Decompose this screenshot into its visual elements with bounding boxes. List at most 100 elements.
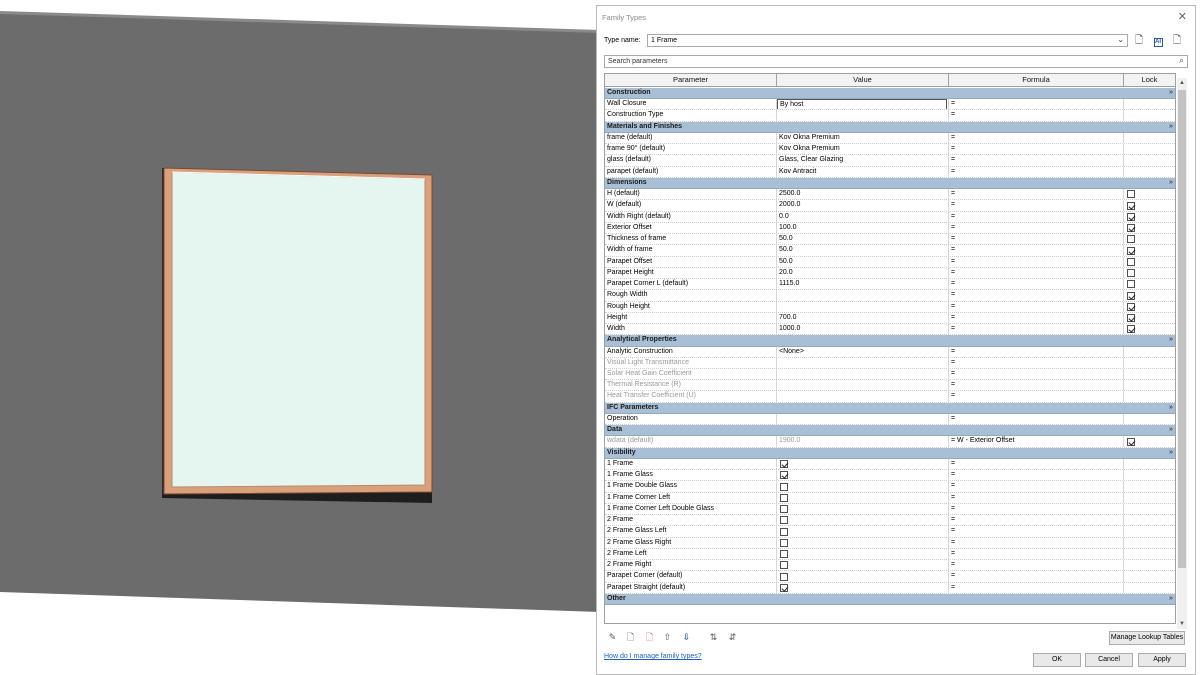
parameter-row[interactable]: 1 Frame = (605, 458, 1175, 471)
lock-cell[interactable] (1124, 414, 1175, 424)
chevron-down-icon[interactable]: ⌄ (1117, 35, 1124, 45)
lock-cell[interactable] (1124, 470, 1175, 480)
formula-cell[interactable]: = (949, 391, 1124, 402)
formula-cell[interactable]: = (949, 537, 1124, 548)
collapse-icon[interactable]: » (1165, 178, 1175, 188)
checkbox[interactable] (780, 583, 788, 592)
value-cell[interactable] (777, 110, 949, 121)
value-cell[interactable]: 0.0 (777, 211, 949, 222)
formula-cell[interactable]: = (949, 267, 1124, 279)
parameter-row[interactable]: W (default) 2000.0 = (605, 200, 1175, 212)
move-down-icon[interactable]: ⇩ (680, 631, 693, 644)
parameter-row[interactable]: Rough Width = (605, 290, 1175, 302)
value-cell[interactable]: 700.0 (777, 312, 949, 324)
checkbox[interactable] (780, 482, 788, 491)
lock-cell[interactable] (1124, 493, 1175, 503)
value-cell[interactable]: 20.0 (777, 267, 949, 279)
formula-cell[interactable]: = (949, 110, 1124, 121)
parameter-row[interactable]: Exterior Offset 100.0 = (605, 222, 1175, 235)
lock-cell[interactable] (1124, 391, 1175, 401)
checkbox[interactable] (780, 493, 788, 502)
parameter-row[interactable]: 1 Frame Corner Left Double Glass = (605, 503, 1175, 516)
formula-cell[interactable]: = (949, 515, 1124, 526)
checkbox[interactable] (780, 527, 788, 536)
close-icon[interactable]: ✕ (1178, 10, 1187, 23)
value-cell[interactable] (777, 380, 949, 391)
formula-cell[interactable]: = (949, 211, 1124, 222)
parameter-row[interactable]: Parapet Offset 50.0 = (605, 256, 1175, 268)
parameter-row[interactable]: H (default) 2500.0 = (605, 189, 1175, 201)
formula-cell[interactable]: = (949, 380, 1124, 391)
edit-pencil-icon[interactable]: ✎ (606, 631, 619, 644)
formula-cell[interactable]: = (949, 571, 1124, 582)
parameter-row[interactable]: Width of frame 50.0 = (605, 245, 1175, 257)
value-cell[interactable] (777, 582, 949, 593)
formula-cell[interactable]: = (949, 222, 1124, 234)
lock-cell[interactable] (1124, 223, 1175, 233)
manage-lookup-tables-button[interactable]: Manage Lookup Tables (1109, 631, 1185, 645)
group-header-row[interactable]: IFC Parameters » (605, 402, 1175, 414)
lock-checkbox[interactable] (1127, 291, 1135, 300)
formula-cell[interactable]: = (949, 346, 1124, 357)
group-header-row[interactable]: Analytical Properties » (605, 335, 1175, 347)
lock-cell[interactable] (1124, 504, 1175, 514)
parameter-row[interactable]: Solar Heat Gain Coefficient = (605, 369, 1175, 381)
value-cell[interactable] (777, 526, 949, 537)
help-link[interactable]: How do I manage family types? (604, 653, 702, 660)
new-type-icon[interactable]: 🗋 (1132, 34, 1146, 48)
formula-cell[interactable]: = (949, 301, 1124, 312)
lock-cell[interactable] (1124, 200, 1175, 210)
value-edit-field[interactable]: By host (777, 99, 947, 110)
value-cell[interactable]: 50.0 (777, 245, 949, 256)
parameter-row[interactable]: Construction Type = (605, 110, 1175, 122)
ok-button[interactable]: OK (1033, 653, 1081, 667)
checkbox[interactable] (780, 572, 788, 581)
lock-checkbox[interactable] (1127, 269, 1135, 278)
lock-checkbox[interactable] (1127, 302, 1135, 311)
formula-cell[interactable]: = (949, 548, 1124, 560)
move-up-icon[interactable]: ⇧ (661, 631, 674, 644)
cancel-button[interactable]: Cancel (1085, 653, 1133, 667)
lock-cell[interactable] (1124, 459, 1175, 469)
parameter-row[interactable]: Analytic Construction <None> = (605, 346, 1175, 358)
type-name-dropdown[interactable]: 1 Frame ⌄ (647, 34, 1128, 47)
lock-cell[interactable] (1124, 245, 1175, 255)
checkbox[interactable] (780, 505, 788, 514)
lock-checkbox[interactable] (1127, 313, 1135, 322)
formula-cell[interactable]: = (949, 526, 1124, 537)
collapse-icon[interactable]: » (1165, 88, 1175, 98)
value-cell[interactable]: 1000.0 (777, 324, 949, 335)
lock-cell[interactable] (1124, 583, 1175, 593)
formula-cell[interactable]: = (949, 132, 1124, 144)
column-header-value[interactable]: Value (777, 74, 949, 86)
lock-cell[interactable] (1124, 155, 1175, 165)
delete-type-icon[interactable]: 🗋 (1170, 34, 1184, 48)
formula-cell[interactable]: = W - Exterior Offset (949, 436, 1124, 447)
value-cell[interactable] (777, 560, 949, 571)
formula-cell[interactable]: = (949, 155, 1124, 166)
lock-cell[interactable] (1124, 234, 1175, 244)
sort-ascending-icon[interactable]: ⇅ (707, 631, 720, 644)
lock-cell[interactable] (1124, 369, 1175, 379)
parameter-row[interactable]: 2 Frame Glass Left = (605, 526, 1175, 538)
value-cell[interactable] (777, 413, 949, 425)
checkbox[interactable] (780, 471, 788, 480)
lock-checkbox[interactable] (1127, 190, 1135, 199)
value-cell[interactable]: Kov Okna Premium (777, 132, 949, 144)
value-cell[interactable] (777, 537, 949, 548)
value-cell[interactable]: 2000.0 (777, 200, 949, 211)
parameter-row[interactable]: Thickness of frame 50.0 = (605, 234, 1175, 246)
lock-cell[interactable] (1124, 302, 1175, 312)
lock-cell[interactable] (1124, 167, 1175, 177)
lock-cell[interactable] (1124, 257, 1175, 267)
lock-checkbox[interactable] (1127, 212, 1135, 221)
parameter-row[interactable]: frame (default) Kov Okna Premium = (605, 132, 1175, 145)
rename-type-icon[interactable]: AI (1151, 34, 1165, 48)
value-cell[interactable]: 1115.0 (777, 279, 949, 290)
lock-checkbox[interactable] (1127, 257, 1135, 266)
formula-cell[interactable]: = (949, 312, 1124, 324)
formula-cell[interactable]: = (949, 470, 1124, 481)
parameter-row[interactable]: 1 Frame Glass = (605, 470, 1175, 482)
value-cell[interactable]: 50.0 (777, 256, 949, 267)
value-cell[interactable] (777, 290, 949, 301)
